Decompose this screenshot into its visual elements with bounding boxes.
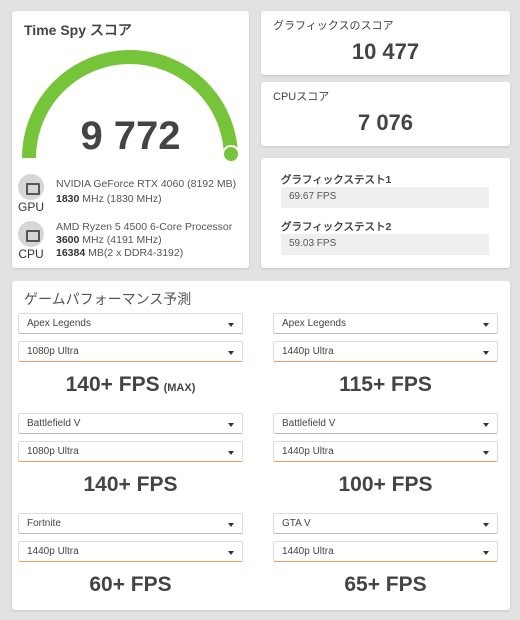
gpu-name: NVIDIA GeForce RTX 4060 (8192 MB): [56, 178, 237, 190]
game-select[interactable]: GTA V: [273, 513, 498, 534]
resolution-select[interactable]: 1440p Ultra: [273, 541, 498, 562]
test-1-title: グラフィックステスト1: [281, 174, 392, 186]
game-select-value: Battlefield V: [282, 418, 336, 429]
fps-value: 100+ FPS: [338, 473, 433, 496]
gpu-info: GPU NVIDIA GeForce RTX 4060 (8192 MB) 18…: [18, 174, 248, 219]
fps-estimate: 60+ FPS: [18, 573, 243, 597]
timespy-score: 9 772: [80, 114, 181, 158]
caret-down-icon: [483, 523, 489, 527]
timespy-score-card: Time Spy スコア 9 772 GPU NVIDIA GeForce RT…: [12, 11, 249, 268]
memory-detail: MB(2 x DDR4-3192): [85, 247, 184, 259]
cpu-clock-value: 3600: [56, 234, 80, 246]
game-performance-panel: ゲームパフォーマンス予測 Apex Legends 1080p Ultra 14…: [12, 281, 510, 610]
cpu-clock-detail: MHz (4191 MHz): [79, 234, 162, 246]
caret-down-icon: [228, 351, 234, 355]
cpu-name: AMD Ryzen 5 4500 6-Core Processor: [56, 221, 233, 233]
fps-value: 140+ FPS: [83, 473, 178, 496]
fps-estimate: 115+ FPS: [273, 373, 498, 397]
graphics-tests-card: グラフィックステスト1 69.67 FPS グラフィックステスト2 59.03 …: [261, 158, 510, 268]
resolution-select-value: 1440p Ultra: [27, 546, 79, 557]
game-select[interactable]: Battlefield V: [18, 413, 243, 434]
game-select-value: Fortnite: [27, 518, 61, 529]
game-select[interactable]: Apex Legends: [273, 313, 498, 334]
cpu-info: CPU AMD Ryzen 5 4500 6-Core Processor 36…: [18, 221, 248, 266]
caret-down-icon: [228, 451, 234, 455]
caret-down-icon: [483, 451, 489, 455]
caret-down-icon: [228, 423, 234, 427]
cpu-score-title: CPUスコア: [273, 91, 330, 103]
gpu-clock-value: 1830: [56, 193, 80, 205]
game-select[interactable]: Apex Legends: [18, 313, 243, 334]
game-select-value: Apex Legends: [27, 318, 91, 329]
fps-estimate: 140+ FPS: [18, 473, 243, 497]
test-2-title: グラフィックステスト2: [281, 221, 392, 233]
game-select[interactable]: Fortnite: [18, 513, 243, 534]
game-select[interactable]: Battlefield V: [273, 413, 498, 434]
test-2-value: 59.03 FPS: [281, 234, 489, 255]
caret-down-icon: [483, 423, 489, 427]
cpu-clock: 3600 MHz (4191 MHz): [56, 234, 162, 247]
fps-value: 140+ FPS: [65, 373, 160, 396]
resolution-select-value: 1440p Ultra: [282, 446, 334, 457]
resolution-select[interactable]: 1440p Ultra: [18, 541, 243, 562]
game-select-value: GTA V: [282, 518, 311, 529]
fps-value: 65+ FPS: [344, 573, 427, 596]
resolution-select[interactable]: 1080p Ultra: [18, 341, 243, 362]
gpu-icon: [18, 174, 44, 200]
caret-down-icon: [228, 323, 234, 327]
caret-down-icon: [483, 323, 489, 327]
graphics-score-card: グラフィックスのスコア 10 477: [261, 11, 510, 75]
gpu-label: GPU: [17, 200, 44, 214]
game-performance-title: ゲームパフォーマンス予測: [24, 292, 192, 308]
caret-down-icon: [483, 551, 489, 555]
game-select-value: Battlefield V: [27, 418, 81, 429]
resolution-select[interactable]: 1440p Ultra: [273, 441, 498, 462]
memory-info: 16384 MB(2 x DDR4-3192): [56, 247, 183, 260]
cpu-label: CPU: [18, 247, 44, 261]
fps-value: 115+ FPS: [339, 373, 432, 396]
fps-note: (MAX): [163, 382, 196, 394]
game-select-value: Apex Legends: [282, 318, 346, 329]
gpu-clock-detail: MHz (1830 MHz): [79, 193, 162, 205]
resolution-select-value: 1440p Ultra: [282, 346, 334, 357]
gpu-clock: 1830 MHz (1830 MHz): [56, 193, 162, 206]
cpu-score-value: 7 076: [357, 110, 414, 135]
caret-down-icon: [228, 551, 234, 555]
memory-value: 16384: [56, 247, 86, 259]
resolution-select-value: 1440p Ultra: [282, 546, 334, 557]
fps-estimate: 140+ FPS (MAX): [18, 373, 243, 397]
fps-value: 60+ FPS: [89, 573, 172, 596]
resolution-select-value: 1080p Ultra: [27, 446, 79, 457]
cpu-icon: [18, 221, 44, 247]
graphics-score-value: 10 477: [351, 39, 420, 64]
caret-down-icon: [483, 351, 489, 355]
resolution-select[interactable]: 1440p Ultra: [273, 341, 498, 362]
fps-estimate: 65+ FPS: [273, 573, 498, 597]
resolution-select[interactable]: 1080p Ultra: [18, 441, 243, 462]
caret-down-icon: [228, 523, 234, 527]
test-1-value: 69.67 FPS: [281, 187, 489, 208]
cpu-score-card: CPUスコア 7 076: [261, 82, 510, 146]
resolution-select-value: 1080p Ultra: [27, 346, 79, 357]
fps-estimate: 100+ FPS: [273, 473, 498, 497]
graphics-score-title: グラフィックスのスコア: [273, 20, 394, 32]
